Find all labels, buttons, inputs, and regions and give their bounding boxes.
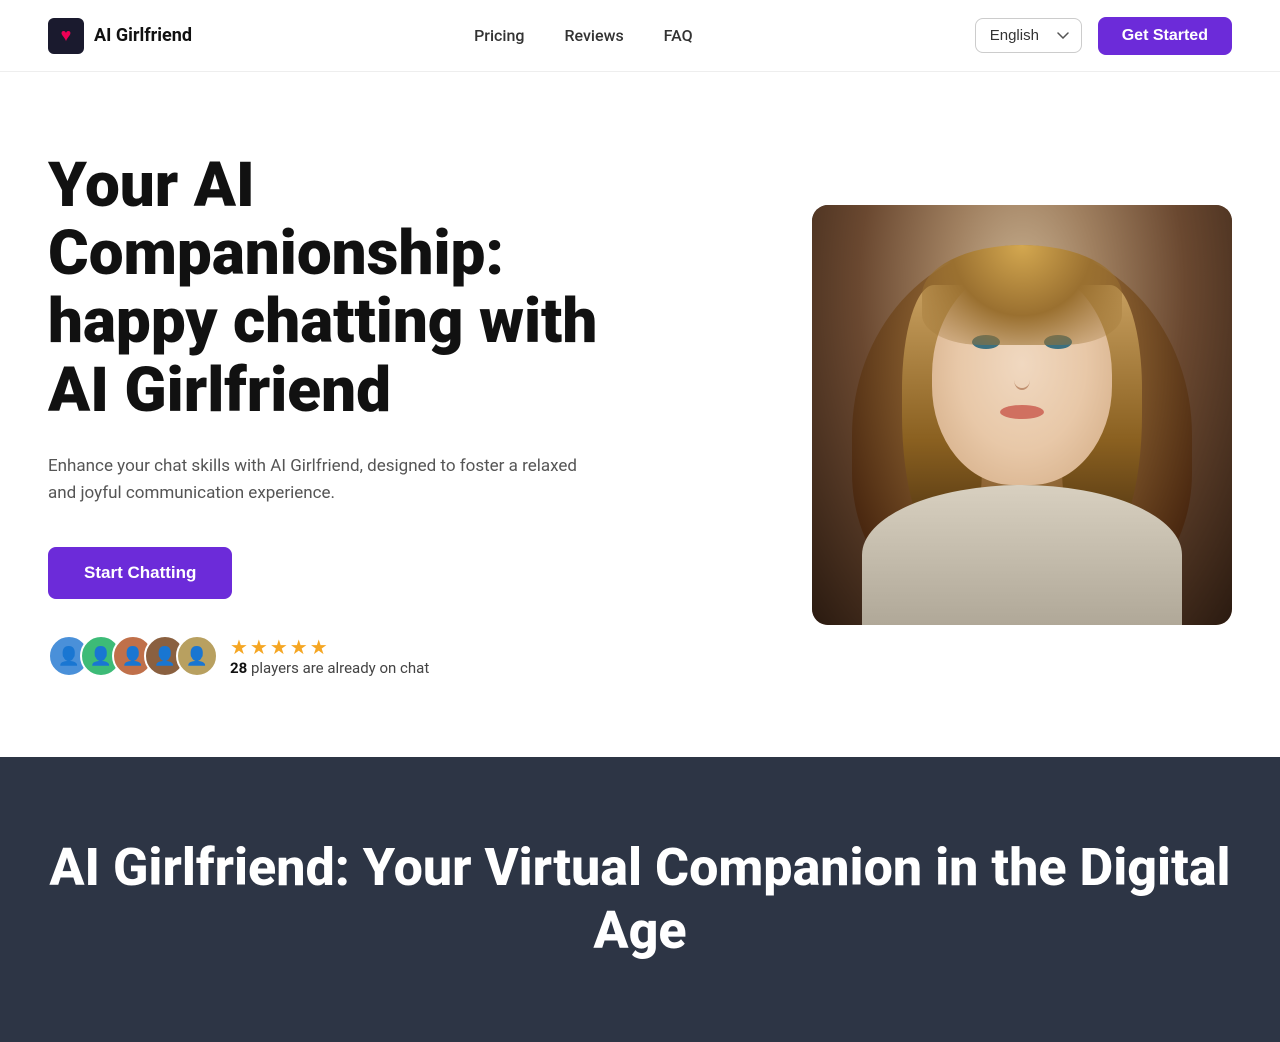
player-count-number: 28 [230,659,247,677]
get-started-button[interactable]: Get Started [1098,17,1232,55]
language-selector[interactable]: English Spanish French German [975,18,1082,53]
section2-title: AI Girlfriend: Your Virtual Companion in… [48,837,1232,962]
portrait-background [812,205,1232,625]
start-chatting-button[interactable]: Start Chatting [48,547,232,599]
social-text: ★★★★★ 28 players are already on chat [230,635,429,677]
hero-section: Your AI Companionship: happy chatting wi… [0,72,1280,757]
logo-text: AI Girlfriend [94,25,192,46]
nav-link-faq[interactable]: FAQ [664,26,693,45]
portrait-shoulder [862,485,1182,625]
portrait-hair-front [922,245,1122,345]
nav-link-reviews[interactable]: Reviews [564,26,623,45]
avatar-group: 👤 👤 👤 👤 👤 [48,635,218,677]
navbar: ♥ AI Girlfriend Pricing Reviews FAQ Engl… [0,0,1280,72]
avatar: 👤 [176,635,218,677]
hero-title: Your AI Companionship: happy chatting wi… [48,152,628,425]
portrait-lips [1000,405,1044,419]
nav-right: English Spanish French German Get Starte… [975,17,1232,55]
nav-logo[interactable]: ♥ AI Girlfriend [48,18,192,54]
portrait-nose [1014,370,1030,390]
hero-image [812,205,1232,625]
nav-links: Pricing Reviews FAQ [474,26,693,45]
nav-link-pricing[interactable]: Pricing [474,26,524,45]
player-count-label: players are already on chat [251,659,429,677]
logo-icon: ♥ [48,18,84,54]
hero-content: Your AI Companionship: happy chatting wi… [48,152,668,677]
section2: AI Girlfriend: Your Virtual Companion in… [0,757,1280,1042]
player-count-text: 28 players are already on chat [230,659,429,677]
hero-description: Enhance your chat skills with AI Girlfri… [48,453,588,507]
star-rating: ★★★★★ [230,635,429,659]
hero-social-proof: 👤 👤 👤 👤 👤 ★★★★★ 28 players are already o… [48,635,628,677]
